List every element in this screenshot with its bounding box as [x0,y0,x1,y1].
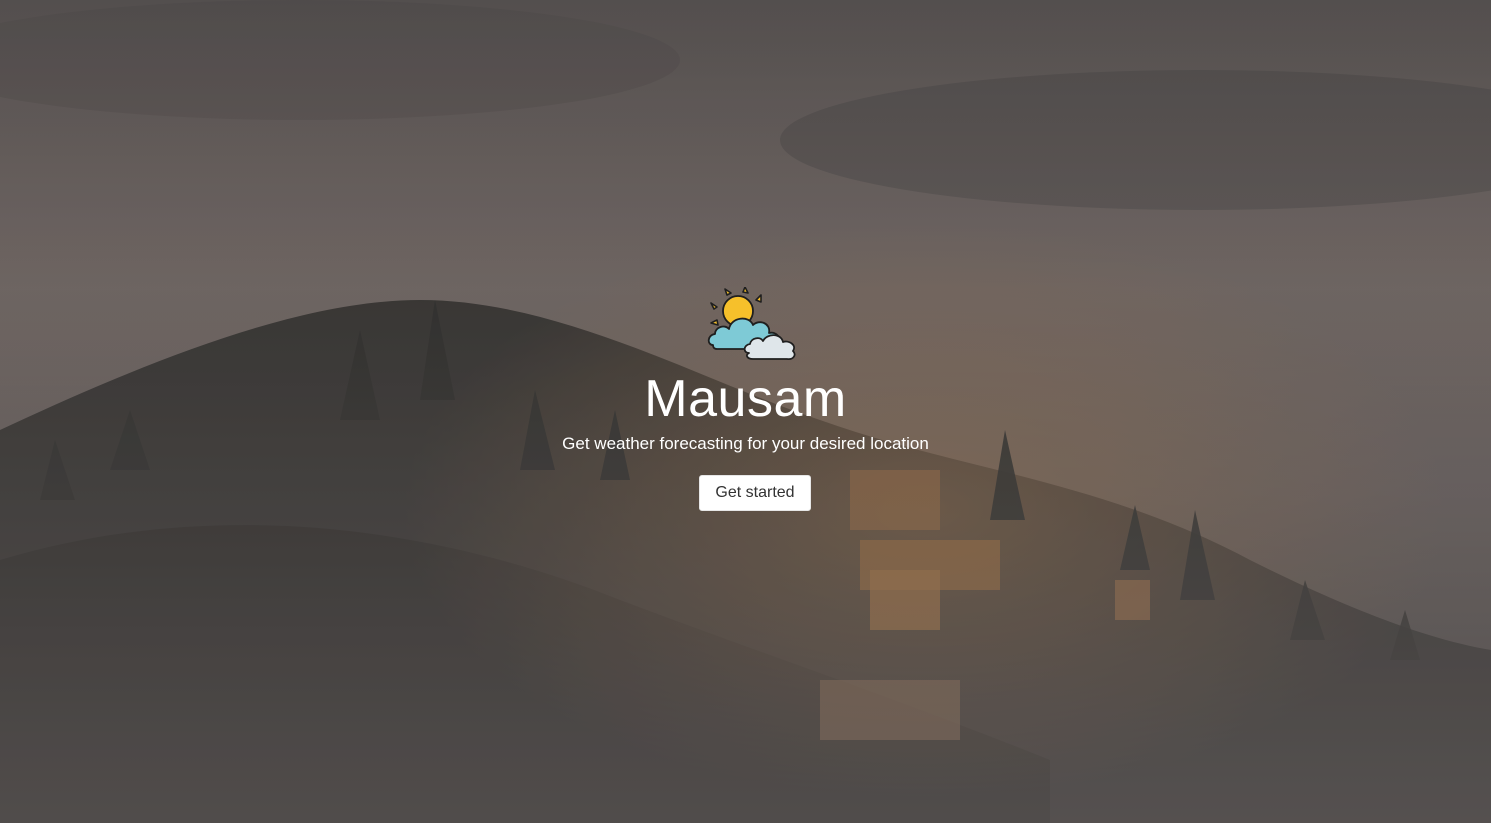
get-started-button[interactable]: Get started [699,475,811,511]
partly-cloudy-sun-icon [707,287,796,361]
app-title: Mausam [644,370,847,428]
hero-section: Mausam Get weather forecasting for your … [0,0,1491,823]
app-subtitle: Get weather forecasting for your desired… [562,434,929,453]
hero-content: Mausam Get weather forecasting for your … [0,0,1491,823]
